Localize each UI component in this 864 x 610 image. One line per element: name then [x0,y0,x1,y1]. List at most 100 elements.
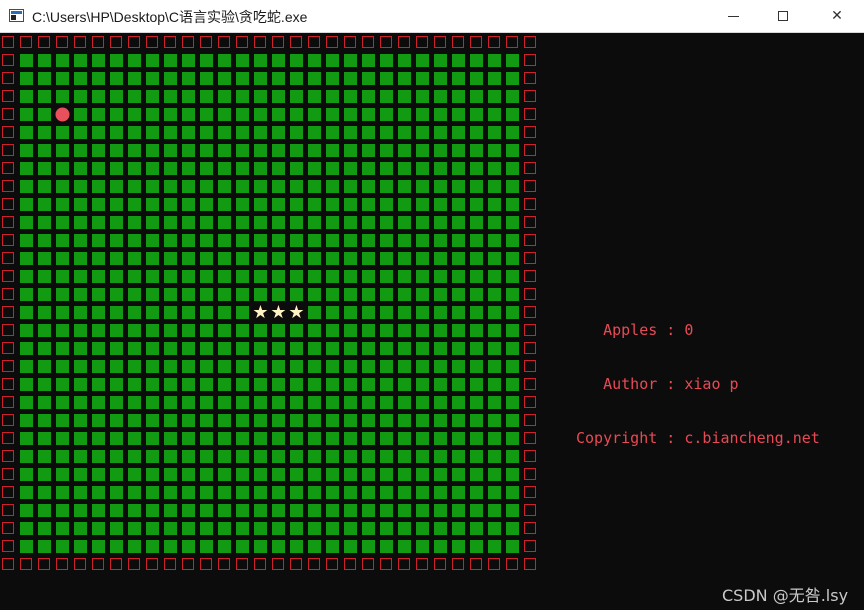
floor-cell [182,342,195,355]
floor-cell [128,90,141,103]
floor-cell [506,180,519,193]
wall-cell [344,558,356,570]
floor-cell [146,216,159,229]
floor-cell [164,360,177,373]
floor-cell [506,324,519,337]
floor-cell [146,468,159,481]
wall-cell [326,558,338,570]
floor-cell [38,432,51,445]
floor-cell [200,450,213,463]
floor-cell [92,144,105,157]
floor-cell [128,360,141,373]
floor-cell [488,378,501,391]
snake-body-segment: ★ [270,302,286,323]
floor-cell [218,342,231,355]
title-bar[interactable]: C:\Users\HP\Desktop\C语言实验\贪吃蛇.exe ✕ [0,0,864,33]
floor-cell [182,306,195,319]
floor-cell [344,342,357,355]
floor-cell [434,162,447,175]
floor-cell [506,504,519,517]
wall-cell [128,36,140,48]
wall-cell [398,558,410,570]
wall-cell [524,432,536,444]
wall-cell [524,198,536,210]
floor-cell [20,252,33,265]
wall-cell [56,558,68,570]
floor-cell [236,378,249,391]
floor-cell [236,324,249,337]
floor-cell [308,90,321,103]
floor-cell [362,378,375,391]
floor-cell [308,198,321,211]
wall-cell [524,36,536,48]
floor-cell [236,108,249,121]
floor-cell [416,342,429,355]
floor-cell [470,486,483,499]
floor-cell [146,306,159,319]
floor-cell [434,252,447,265]
floor-cell [398,342,411,355]
wall-cell [524,360,536,372]
wall-cell [2,198,14,210]
floor-cell [434,234,447,247]
floor-cell [20,54,33,67]
floor-cell [290,378,303,391]
floor-cell [272,198,285,211]
floor-cell [362,342,375,355]
wall-cell [2,306,14,318]
floor-cell [452,288,465,301]
wall-cell [488,558,500,570]
floor-cell [506,486,519,499]
floor-cell [488,432,501,445]
floor-cell [128,252,141,265]
minimize-button[interactable] [710,0,756,32]
floor-cell [56,90,69,103]
floor-cell [128,216,141,229]
floor-cell [272,90,285,103]
floor-cell [488,54,501,67]
floor-cell [308,144,321,157]
floor-cell [128,54,141,67]
floor-cell [128,288,141,301]
floor-cell [74,180,87,193]
floor-cell [326,432,339,445]
floor-cell [416,306,429,319]
floor-cell [38,540,51,553]
floor-cell [416,378,429,391]
maximize-button[interactable] [760,0,806,32]
floor-cell [146,324,159,337]
close-button[interactable]: ✕ [814,0,860,32]
floor-cell [92,378,105,391]
floor-cell [326,144,339,157]
floor-cell [38,252,51,265]
floor-cell [488,450,501,463]
floor-cell [362,504,375,517]
floor-cell [506,270,519,283]
floor-cell [254,522,267,535]
floor-cell [416,198,429,211]
floor-cell [326,252,339,265]
floor-cell [380,522,393,535]
floor-cell [326,468,339,481]
floor-cell [200,378,213,391]
floor-cell [308,324,321,337]
floor-cell [20,522,33,535]
floor-cell [380,270,393,283]
wall-cell [2,54,14,66]
floor-cell [488,486,501,499]
floor-cell [128,378,141,391]
floor-cell [344,306,357,319]
floor-cell [308,270,321,283]
wall-cell [2,360,14,372]
floor-cell [470,126,483,139]
floor-cell [254,180,267,193]
floor-cell [218,414,231,427]
floor-cell [146,288,159,301]
floor-cell [110,252,123,265]
floor-cell [452,414,465,427]
floor-cell [434,108,447,121]
floor-cell [56,144,69,157]
floor-cell [74,162,87,175]
floor-cell [488,198,501,211]
floor-cell [470,234,483,247]
